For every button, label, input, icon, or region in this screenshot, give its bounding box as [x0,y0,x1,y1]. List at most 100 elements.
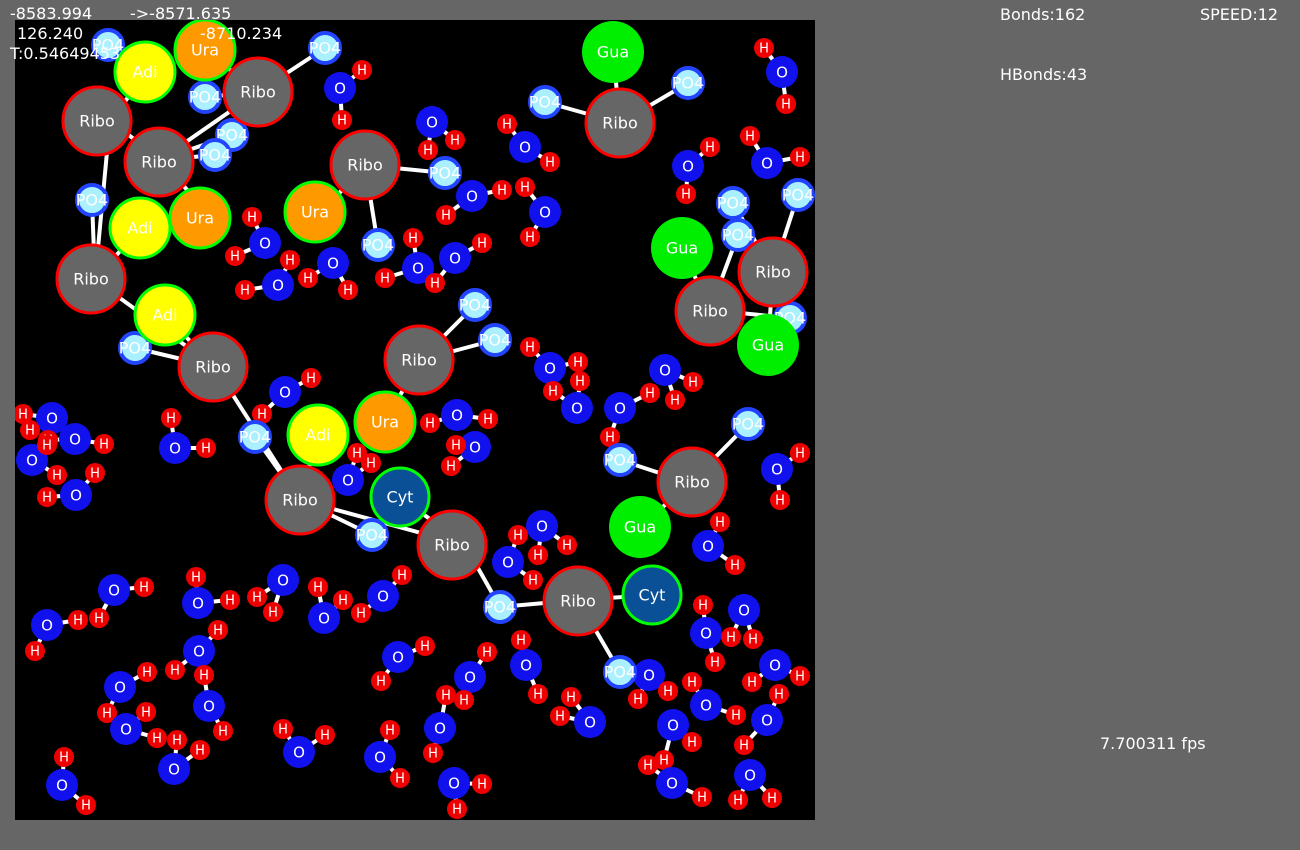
hydrogen-atom: H [472,774,492,794]
hydrogen-atom-label: H [230,250,240,265]
simulation-canvas[interactable]: OHH OHH OHHOHHO HHOHHOHHOHHOHHOHHOHHOHHOHHO… [15,20,815,820]
hydrogen-atom-label: H [482,646,492,661]
oxygen-atom: O [751,704,783,736]
hydrogen-atom-label: H [357,64,367,79]
oxygen-atom-label: O [643,666,655,684]
oxygen-atom: O [364,741,396,773]
oxygen-atom: O [249,227,281,259]
hydrogen-atom-label: H [759,42,769,57]
ribose-molecule: Ribo [584,87,656,159]
oxygen-atom: O [98,574,130,606]
oxygen-atom: O [526,510,558,542]
oxygen-atom-label: O [41,616,53,634]
hydrogen-atom-label: H [795,447,805,462]
guanine-molecule-label: Gua [752,336,784,355]
hydrogen-atom: H [375,268,395,288]
hydrogen-atom: H [436,685,456,705]
hydrogen-atom: H [700,137,720,157]
hydrogen-atom: H [515,177,535,197]
hydrogen-atom: H [423,743,443,763]
hydrogen-atom-label: H [477,778,487,793]
oxygen-atom: O [690,689,722,721]
hydrogen-atom: H [658,681,678,701]
hydrogen-atom-label: H [257,408,267,423]
oxygen-atom: O [604,392,636,424]
oxygen-atom: O [193,690,225,722]
hydrogen-atom-label: H [659,754,669,769]
ribose-molecule: Ribo [737,236,809,308]
oxygen-atom: O [182,587,214,619]
hydrogen-atom: H [390,768,410,788]
hydrogen-atom-label: H [356,607,366,622]
hydrogen-atom: H [638,755,658,775]
hydrogen-atom: H [740,126,760,146]
oxygen-atom-label: O [464,668,476,686]
oxygen-atom-label: O [761,154,773,172]
hydrogen-atom: H [47,465,67,485]
hydrogen-atom: H [225,246,245,266]
hydrogen-atom-label: H [320,729,330,744]
oxygen-atom-label: O [318,609,330,627]
hydrogen-atom: H [213,721,233,741]
hydrogen-atom-label: H [278,723,288,738]
oxygen-atom-label: O [46,409,58,427]
hydrogen-atom: H [511,630,531,650]
ribose-molecule-label: Ribo [401,351,437,370]
oxygen-atom: O [728,594,760,626]
phosphate-molecule: PO4 [528,85,562,119]
oxygen-atom-label: O [667,716,679,734]
oxygen-atom-label: O [544,359,556,377]
hydrogen-atom: H [446,435,466,455]
hydrogen-atom: H [640,383,660,403]
phosphate-molecule-label: PO4 [717,194,749,213]
oxygen-atom: O [424,712,456,744]
hydrogen-atom-label: H [533,549,543,564]
hydrogen-atom-label: H [795,670,805,685]
hydrogen-atom: H [196,438,216,458]
hydrogen-atom: H [85,463,105,483]
hydrogen-atom-label: H [303,272,313,287]
hydrogen-atom: H [186,567,206,587]
uracil-molecule: Ura [168,186,232,250]
phosphate-molecule: PO4 [781,178,815,212]
hydrogen-atom-label: H [605,431,615,446]
hydrogen-atom: H [194,665,214,685]
hydrogen-atom: H [776,94,796,114]
phosphate-molecule-label: PO4 [459,296,491,315]
oxygen-atom-label: O [279,383,291,401]
hydrogen-atom: H [770,490,790,510]
hydrogen-atom: H [89,608,109,628]
hydrogen-atom: H [725,555,745,575]
hbond-count: HBonds:43 [1000,65,1088,84]
hydrogen-atom: H [420,413,440,433]
hydrogen-atom: H [380,720,400,740]
hydrogen-atom-label: H [268,606,278,621]
oxygen-atom: O [31,609,63,641]
phosphate-molecule-label: PO4 [239,428,271,447]
oxygen-atom: O [509,131,541,163]
hydrogen-atom: H [705,652,725,672]
hydrogen-atom: H [76,795,96,815]
hydrogen-atom-label: H [441,689,451,704]
oxygen-atom-label: O [203,697,215,715]
hydrogen-atom-label: H [102,707,112,722]
oxygen-atom: O [510,649,542,681]
oxygen-atom: O [267,564,299,596]
hydrogen-atom: H [235,280,255,300]
hydrogen-atom-label: H [566,691,576,706]
hydrogen-atom: H [136,702,156,722]
phosphate-molecule-label: PO4 [189,88,221,107]
oxygen-atom-label: O [192,594,204,612]
hydrogen-atom-label: H [748,633,758,648]
hydrogen-atom: H [447,799,467,819]
oxygen-atom-label: O [448,774,460,792]
phosphate-molecule-label: PO4 [119,339,151,358]
hydrogen-atom-label: H [240,284,250,299]
ribose-molecule: Ribo [264,464,336,536]
oxygen-atom-label: O [466,187,478,205]
hydrogen-atom-label: H [710,656,720,671]
ribose-molecule-label: Ribo [282,491,318,510]
hydrogen-atom-label: H [380,272,390,287]
hydrogen-atom-label: H [645,387,655,402]
oxygen-atom-label: O [469,438,481,456]
